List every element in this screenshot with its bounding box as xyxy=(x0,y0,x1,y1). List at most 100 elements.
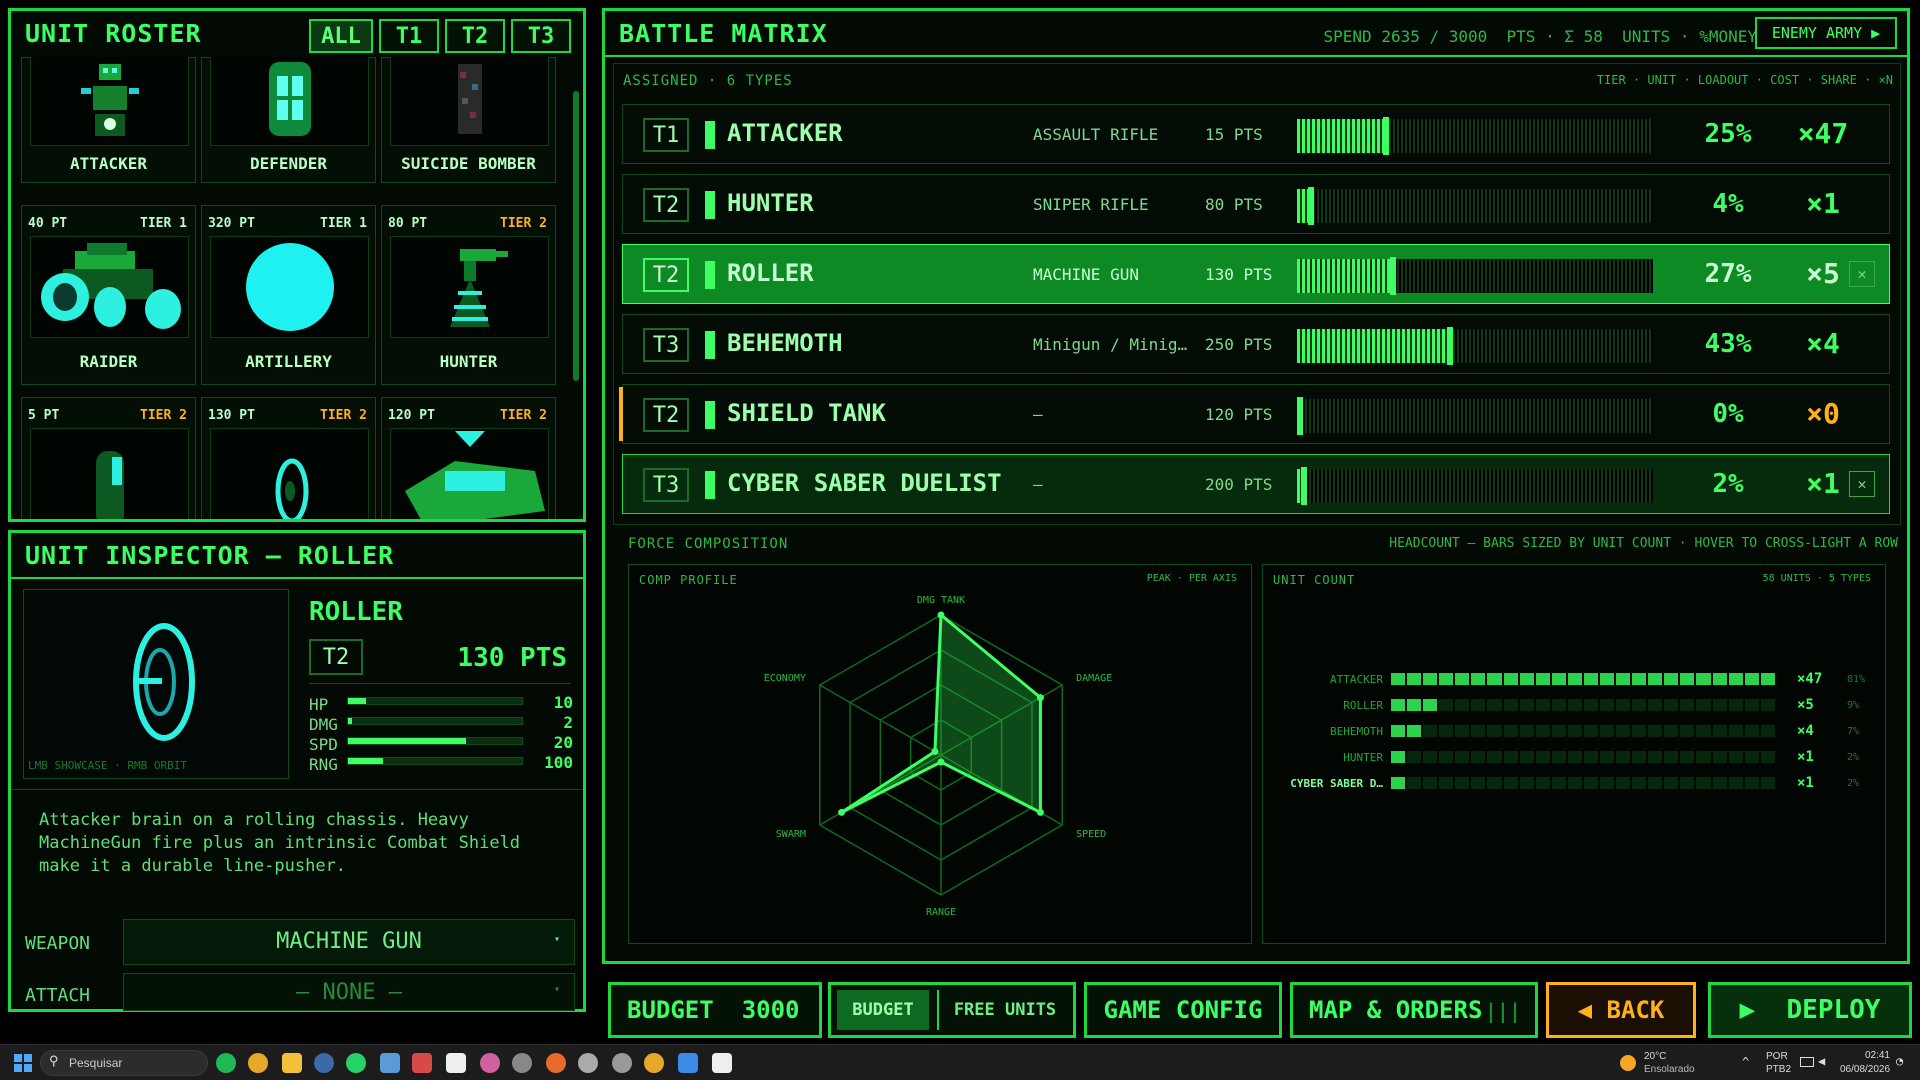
app-icon[interactable] xyxy=(512,1053,532,1073)
close-icon[interactable]: ✕ xyxy=(1849,471,1875,497)
suicide-bomber-thumbnail xyxy=(390,57,549,146)
language-top[interactable]: POR xyxy=(1766,1051,1788,1062)
volume-icon[interactable]: ◀ xyxy=(1818,1054,1825,1068)
close-icon[interactable]: ✕ xyxy=(1849,261,1875,287)
unit-card-attacker[interactable]: ATTACKER xyxy=(21,57,196,183)
row-loadout: SNIPER RIFLE xyxy=(1033,195,1149,214)
app-icon[interactable] xyxy=(578,1053,598,1073)
game-config-button[interactable]: GAME CONFIG xyxy=(1084,982,1282,1038)
chevron-up-icon[interactable]: ^ xyxy=(1742,1055,1749,1069)
unit-card-tier2-c[interactable]: 120 PT TIER 2 xyxy=(381,397,556,519)
unit-card-name: SUICIDE BOMBER xyxy=(401,154,536,173)
app-icon[interactable] xyxy=(480,1053,500,1073)
row-count[interactable]: ×0 xyxy=(1773,397,1873,430)
attach-select[interactable]: — NONE — ▾ xyxy=(123,973,575,1011)
unit-count-percent: 9% xyxy=(1847,700,1860,711)
clock-time[interactable]: 02:41 xyxy=(1840,1050,1890,1061)
notification-bell-icon[interactable]: ◔ xyxy=(1896,1054,1903,1068)
unit-count-bar xyxy=(1391,725,1775,737)
spotify-icon[interactable] xyxy=(216,1053,236,1073)
unit-card-raider[interactable]: 40 PT TIER 1 RAIDER xyxy=(21,205,196,385)
stat-label-hp: HP xyxy=(309,695,329,714)
enemy-army-button[interactable]: ENEMY ARMY ▶ xyxy=(1755,17,1897,49)
assigned-row-behemoth[interactable]: T3 BEHEMOTH Minigun / Minig… 250 PTS 43% ×4 xyxy=(622,314,1890,374)
roster-scrollbar[interactable] xyxy=(573,91,579,381)
row-tier-badge: T2 xyxy=(643,258,689,292)
app-icon[interactable] xyxy=(712,1053,732,1073)
mode-free-units-button[interactable]: FREE UNITS xyxy=(937,990,1071,1030)
unit-count-percent: 7% xyxy=(1847,726,1860,737)
app-icon[interactable] xyxy=(412,1053,432,1073)
stat-bar-hp xyxy=(347,697,523,705)
unit-count-title: UNIT COUNT xyxy=(1273,573,1356,587)
columns-hint: TIER · UNIT · LOADOUT · COST · SHARE · ×… xyxy=(1596,73,1893,87)
assigned-row-roller[interactable]: T2 ROLLER MACHINE GUN 130 PTS 27% ×5 ✕ xyxy=(622,244,1890,304)
chrome-icon[interactable] xyxy=(248,1053,268,1073)
app-icon[interactable] xyxy=(678,1053,698,1073)
unit-card-tier: TIER 2 xyxy=(140,408,187,423)
row-share-cap xyxy=(1297,397,1303,435)
chrome-icon[interactable] xyxy=(644,1053,664,1073)
assigned-row-shield-tank[interactable]: T2 SHIELD TANK — 120 PTS 0% ×0 xyxy=(619,384,1890,444)
radar-point xyxy=(1036,808,1044,816)
row-count[interactable]: ×4 xyxy=(1773,327,1873,360)
language-bottom: PTB2 xyxy=(1766,1064,1792,1075)
unit-card-artillery[interactable]: 320 PT TIER 1 ARTILLERY xyxy=(201,205,376,385)
row-color-marker xyxy=(705,121,715,149)
filter-all-button[interactable]: ALL xyxy=(309,19,373,53)
row-cost: 80 PTS xyxy=(1205,195,1263,214)
map-orders-button[interactable]: MAP & ORDERS ||| xyxy=(1290,982,1538,1038)
row-unit-name: ROLLER xyxy=(727,259,814,287)
taskbar-search-input[interactable]: ⚲ Pesquisar xyxy=(40,1050,208,1076)
unit-thumbnail xyxy=(390,428,549,519)
unit-thumbnail xyxy=(210,428,369,519)
deploy-button[interactable]: ▶ DEPLOY xyxy=(1708,982,1912,1038)
chevron-down-icon: ▾ xyxy=(553,984,560,995)
assigned-row-cyber-saber-duelist[interactable]: T3 CYBER SABER DUELIST —200 PTS 2% ×1 ✕ xyxy=(622,454,1890,514)
app-icon[interactable] xyxy=(612,1053,632,1073)
back-button[interactable]: ◀ BACK xyxy=(1546,982,1696,1038)
row-color-marker xyxy=(705,261,715,289)
filter-t3-button[interactable]: T3 xyxy=(511,19,571,53)
assigned-row-attacker[interactable]: T1 ATTACKER ASSAULT RIFLE 15 PTS 25% ×47 xyxy=(622,104,1890,164)
row-count[interactable]: ×47 xyxy=(1773,117,1873,150)
unit-count-percent: 81% xyxy=(1847,674,1866,685)
windows-taskbar: ⚲ Pesquisar 20°C Ensolarado ^ POR PTB2 ◀… xyxy=(0,1044,1920,1080)
force-composition-hint: HEADCOUNT — BARS SIZED BY UNIT COUNT · H… xyxy=(1389,536,1898,551)
unit-card-suicide-bomber[interactable]: SUICIDE BOMBER xyxy=(381,57,556,183)
unit-card-name: DEFENDER xyxy=(249,154,328,173)
app-icon[interactable] xyxy=(380,1053,400,1073)
comp-profile-radar: DMG TANK DAMAGE SPEED RANGE SWARM ECONOMY xyxy=(764,595,1112,918)
spend-summary: SPEND 2635 / 3000 PTS · Σ 58 UNITS · %MO… xyxy=(1323,27,1757,46)
windows-start-icon[interactable] xyxy=(14,1054,32,1072)
app-icon[interactable] xyxy=(446,1053,466,1073)
whatsapp-icon[interactable] xyxy=(346,1053,366,1073)
budget-box[interactable]: BUDGET 3000 xyxy=(608,982,822,1038)
unit-card-tier2-a[interactable]: 5 PT TIER 2 xyxy=(21,397,196,519)
steam-icon[interactable] xyxy=(314,1053,334,1073)
row-count[interactable]: ×1 xyxy=(1773,187,1873,220)
monitor-icon[interactable] xyxy=(1800,1057,1814,1067)
mode-budget-button[interactable]: BUDGET xyxy=(837,990,929,1030)
filter-t2-button[interactable]: T2 xyxy=(445,19,505,53)
app-icon[interactable] xyxy=(546,1053,566,1073)
radar-point xyxy=(937,758,945,766)
map-orders-label: MAP & ORDERS xyxy=(1309,996,1483,1024)
assigned-row-hunter[interactable]: T2 HUNTER SNIPER RIFLE 80 PTS 4% ×1 xyxy=(622,174,1890,234)
unit-card-tier: TIER 2 xyxy=(500,408,547,423)
unit-card-defender[interactable]: DEFENDER xyxy=(201,57,376,183)
unit-count-value: ×1 xyxy=(1797,749,1814,765)
unit-card-hunter[interactable]: 80 PT TIER 2 HUNTER xyxy=(381,205,556,385)
unit-count-value: ×47 xyxy=(1797,671,1823,687)
unit-roster-panel: UNIT ROSTER ALL T1 T2 T3 ATTACKER DEFEND… xyxy=(8,8,586,522)
unit-count-value: ×5 xyxy=(1797,697,1814,713)
filter-t1-button[interactable]: T1 xyxy=(379,19,439,53)
weapon-select[interactable]: MACHINE GUN ▾ xyxy=(123,919,575,965)
unit-preview-viewport[interactable]: LMB SHOWCASE · RMB ORBIT xyxy=(23,589,289,779)
stat-bar-fill xyxy=(348,718,352,724)
unit-card-tier2-b[interactable]: 130 PT TIER 2 xyxy=(201,397,376,519)
stat-value-rng: 100 xyxy=(544,753,573,772)
folder-icon[interactable] xyxy=(282,1053,302,1073)
row-loadout: MACHINE GUN xyxy=(1033,265,1139,284)
unit-card-points: 5 PT xyxy=(28,408,60,423)
